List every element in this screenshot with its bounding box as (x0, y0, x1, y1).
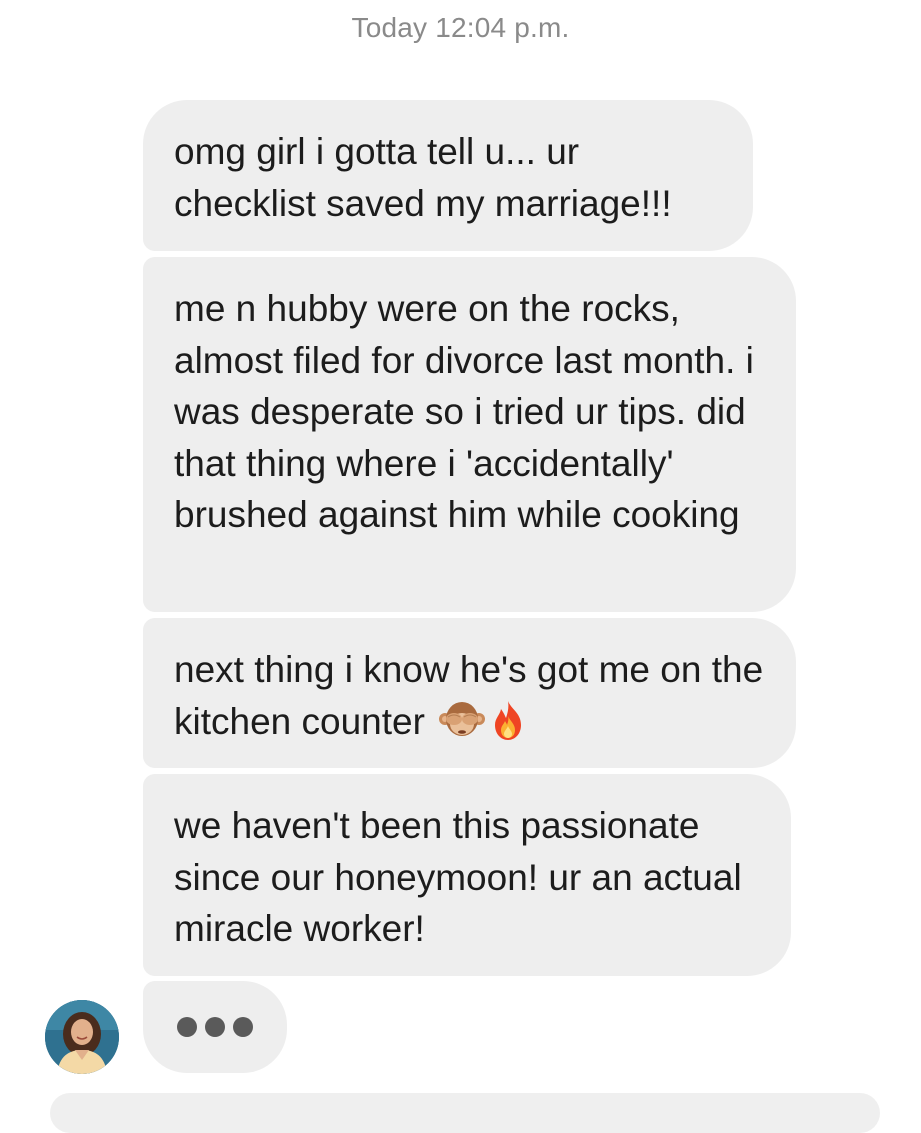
message-bubble[interactable]: we haven't been this passionate since ou… (143, 774, 791, 976)
message-text: me n hubby were on the rocks, almost fil… (174, 288, 754, 535)
message-bubble[interactable]: next thing i know he's got me on the kit… (143, 618, 796, 768)
typing-dot (205, 1017, 225, 1037)
avatar[interactable] (45, 1000, 119, 1074)
fire-icon (489, 699, 527, 741)
typing-dot (233, 1017, 253, 1037)
see-no-evil-monkey-icon (439, 699, 486, 741)
message-composer[interactable] (50, 1093, 880, 1133)
typing-indicator (143, 981, 287, 1073)
message-bubble[interactable]: omg girl i gotta tell u... ur checklist … (143, 100, 753, 251)
message-text: we haven't been this passionate since ou… (174, 805, 742, 949)
typing-dot (177, 1017, 197, 1037)
message-text: omg girl i gotta tell u... ur checklist … (174, 131, 672, 224)
message-bubble[interactable]: me n hubby were on the rocks, almost fil… (143, 257, 796, 612)
chat-timestamp: Today 12:04 p.m. (351, 12, 570, 43)
